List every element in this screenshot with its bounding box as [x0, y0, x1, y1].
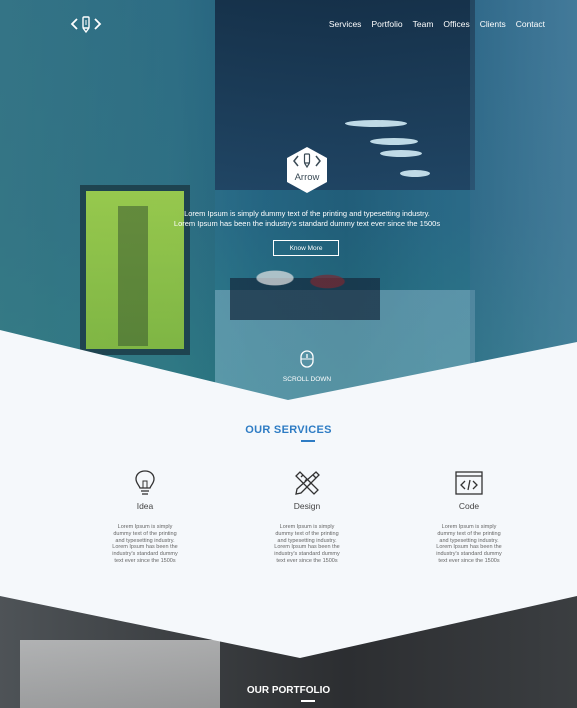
- services-title: OUR SERVICES: [245, 424, 332, 436]
- know-more-button[interactable]: Know More: [273, 240, 339, 256]
- mouse-icon: [300, 350, 314, 368]
- service-name: Idea: [136, 501, 154, 511]
- service-description: Lorem Ipsum is simply dummy text of the …: [274, 524, 340, 564]
- portfolio-title-underline: [301, 700, 315, 702]
- service-description: Lorem Ipsum is simply dummy text of the …: [436, 524, 502, 564]
- nav-item-clients[interactable]: Clients: [480, 19, 506, 29]
- ceiling-light: [380, 150, 422, 157]
- brand-name: Arrow: [295, 172, 320, 183]
- hero-line-1: Lorem Ipsum is simply dummy text of the …: [184, 209, 430, 218]
- ceiling-light: [400, 170, 430, 177]
- portfolio-divider: [0, 588, 577, 658]
- nav-item-contact[interactable]: Contact: [516, 19, 545, 29]
- scroll-down-label: SCROLL DOWN: [282, 376, 332, 383]
- arrow-pencil-logo-icon[interactable]: [70, 14, 102, 34]
- service-card-idea: Idea Lorem Ipsum is simply dummy text of…: [100, 468, 190, 565]
- nav-item-offices[interactable]: Offices: [443, 19, 469, 29]
- brand-hexagon-logo: Arrow: [287, 147, 327, 193]
- lightbulb-icon: [135, 470, 155, 495]
- scroll-down-link[interactable]: SCROLL DOWN: [280, 350, 334, 383]
- portfolio-title: OUR PORTFOLIO: [246, 685, 331, 696]
- nav-item-services[interactable]: Services: [329, 19, 362, 29]
- ceiling-light: [345, 120, 407, 127]
- service-card-code: Code Lorem Ipsum is simply dummy text of…: [424, 468, 514, 565]
- hero-background-people: [230, 250, 380, 320]
- nav-item-team[interactable]: Team: [413, 19, 434, 29]
- service-name: Code: [458, 501, 480, 511]
- service-name: Design: [293, 501, 321, 511]
- service-card-design: Design Lorem Ipsum is simply dummy text …: [262, 468, 352, 565]
- services-title-underline: [301, 440, 315, 442]
- nav-item-portfolio[interactable]: Portfolio: [371, 19, 402, 29]
- service-description: Lorem Ipsum is simply dummy text of the …: [112, 524, 178, 564]
- main-nav: Services Portfolio Team Offices Clients …: [319, 19, 545, 29]
- pencil-ruler-icon: [295, 471, 320, 495]
- hero-tagline: Lorem Ipsum is simply dummy text of the …: [150, 209, 464, 229]
- hero-line-2: Lorem Ipsum has been the industry's stan…: [173, 219, 441, 228]
- code-window-icon: [455, 471, 483, 495]
- ceiling-light: [370, 138, 418, 145]
